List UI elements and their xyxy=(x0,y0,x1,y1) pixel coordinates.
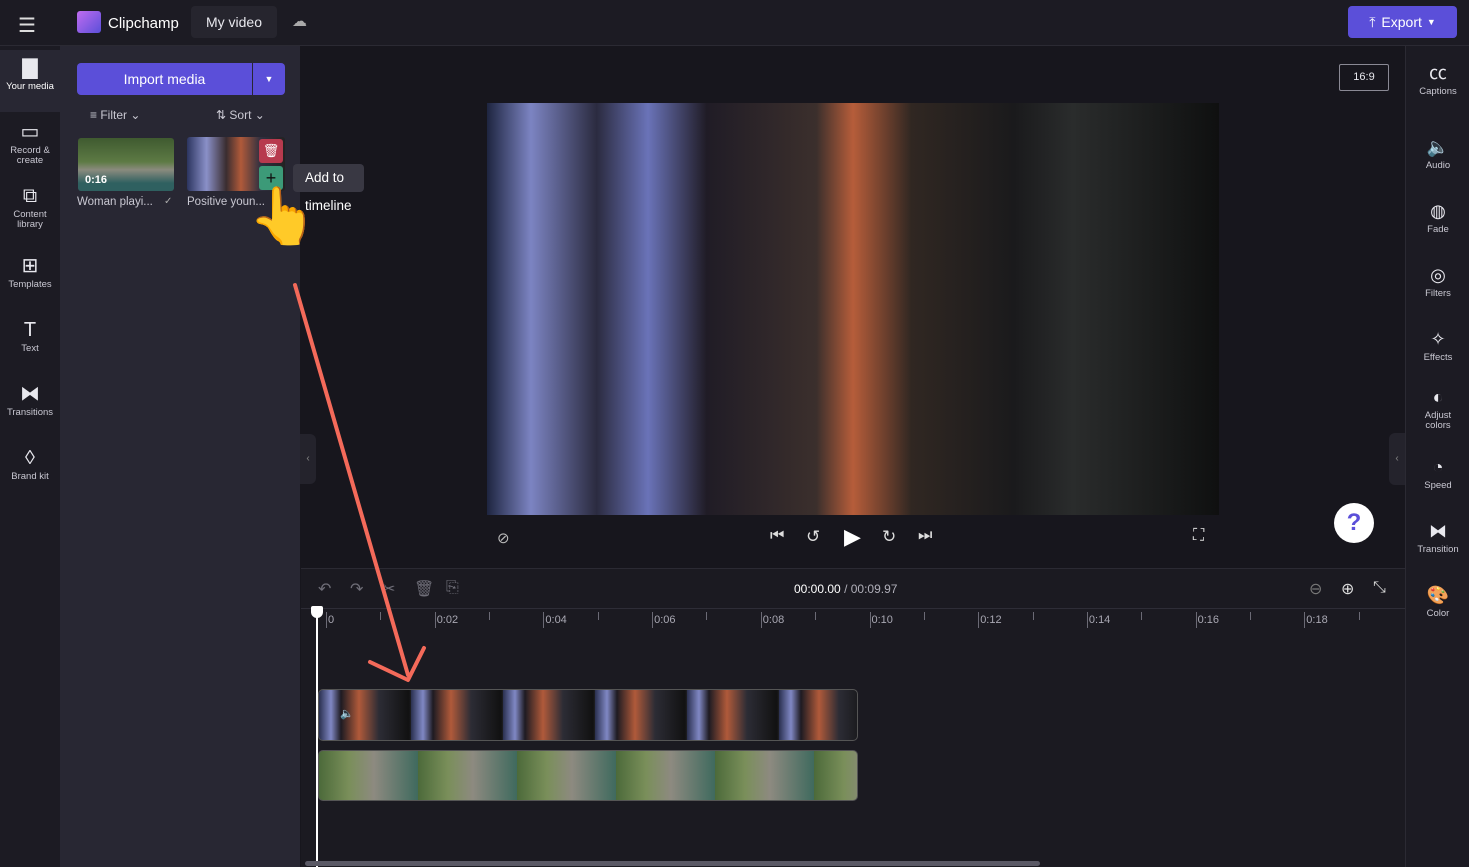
tutorial-arrow xyxy=(293,283,426,682)
